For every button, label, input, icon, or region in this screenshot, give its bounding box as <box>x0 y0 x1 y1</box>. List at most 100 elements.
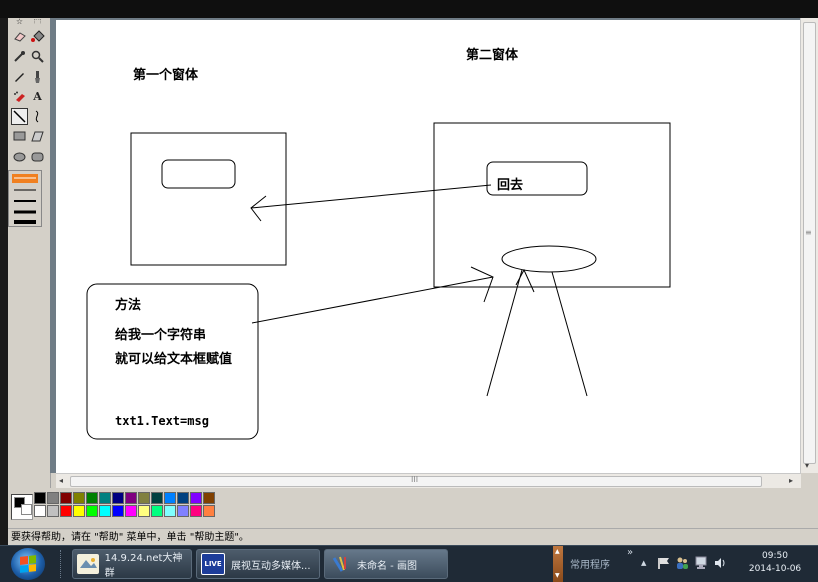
taskbar: 14.9.24.net大神群 LIVE 展视互动多媒体... 未命名 - 画图 … <box>0 545 818 582</box>
form2-ellipse <box>501 245 597 273</box>
users-icon[interactable] <box>675 556 689 573</box>
grip-icon: III <box>411 475 419 484</box>
note-method-label: 方法 <box>115 298 142 313</box>
color-swatch[interactable] <box>190 492 202 504</box>
method-arrow <box>251 276 494 324</box>
window-titlebar <box>0 0 818 18</box>
back-arrow <box>250 184 492 209</box>
line-tool[interactable] <box>11 108 28 125</box>
polygon-tool[interactable] <box>29 128 46 145</box>
fill-tool[interactable] <box>29 28 46 45</box>
vgrip-icon: ≡ <box>805 228 812 237</box>
rounded-rectangle-tool[interactable] <box>29 148 46 165</box>
color-swatch[interactable] <box>190 505 202 517</box>
back-arrowhead <box>250 195 267 222</box>
text-tool[interactable]: A <box>29 88 46 105</box>
color-swatch[interactable] <box>99 492 111 504</box>
selected-colors[interactable] <box>11 494 33 520</box>
color-swatch[interactable] <box>99 505 111 517</box>
curve-tool[interactable] <box>29 108 46 125</box>
free-select-tool[interactable]: ☆ <box>11 18 28 24</box>
start-button[interactable] <box>11 548 45 580</box>
color-swatch[interactable] <box>177 505 189 517</box>
color-swatch[interactable] <box>203 505 215 517</box>
background-color <box>21 504 32 515</box>
taskbar-scroll-up[interactable]: ▲ ▼ <box>553 546 563 582</box>
live-icon: LIVE <box>201 553 225 575</box>
select-tool[interactable]: ⬚ <box>29 18 46 24</box>
color-swatch[interactable] <box>34 505 46 517</box>
color-swatch[interactable] <box>125 492 137 504</box>
network-flag-icon[interactable] <box>657 556 671 573</box>
task-button-paint[interactable]: 未命名 - 画图 <box>324 549 448 579</box>
color-palette <box>8 488 818 528</box>
airbrush-tool[interactable] <box>11 88 28 105</box>
color-swatch[interactable] <box>177 492 189 504</box>
color-swatch[interactable] <box>73 505 85 517</box>
rectangle-tool[interactable] <box>11 128 28 145</box>
color-swatch[interactable] <box>60 505 72 517</box>
windows-logo-icon <box>20 555 36 573</box>
form1-title: 第一个窗体 <box>133 68 199 83</box>
horizontal-scroll-thumb[interactable]: III <box>70 475 762 487</box>
eraser-tool[interactable] <box>11 28 28 45</box>
color-swatch[interactable] <box>164 505 176 517</box>
color-swatch[interactable] <box>47 492 59 504</box>
color-swatch[interactable] <box>203 492 215 504</box>
clock[interactable]: 09:50 2014-10-06 <box>738 550 812 576</box>
vertical-scroll-thumb[interactable]: ≡ <box>803 22 816 464</box>
color-swatch[interactable] <box>86 505 98 517</box>
status-bar: 要获得帮助，请在 "帮助" 菜单中，单击 "帮助主题"。 <box>8 528 818 545</box>
scroll-down-icon[interactable]: ▾ <box>805 461 809 470</box>
horizontal-scrollbar[interactable]: ◂ III ▸ <box>56 473 801 488</box>
note-give-string-label: 给我一个字符串 <box>115 328 207 343</box>
toolbox: ☆ ⬚ A <box>8 18 51 488</box>
back-button-label: 回去 <box>497 178 524 193</box>
color-swatch[interactable] <box>86 492 98 504</box>
color-swatch[interactable] <box>138 492 150 504</box>
task-button-live[interactable]: LIVE 展视互动多媒体... <box>196 549 320 579</box>
show-hidden-icons-icon[interactable]: ▲ <box>641 559 646 567</box>
task-button-qq-group[interactable]: 14.9.24.net大神群 <box>72 549 192 579</box>
pencil-tool[interactable] <box>11 68 28 85</box>
form1-textbox-shape <box>161 159 236 189</box>
toolbar-chevron-icon[interactable]: » <box>627 547 633 558</box>
scroll-right-icon[interactable]: ▸ <box>789 476 793 485</box>
taskbar-grip <box>60 550 67 578</box>
brush-tool[interactable] <box>29 68 46 85</box>
note-code-label: txt1.Text=msg <box>115 414 209 428</box>
scroll-left-icon[interactable]: ◂ <box>59 476 63 485</box>
color-swatch[interactable] <box>164 492 176 504</box>
color-swatch[interactable] <box>112 505 124 517</box>
note-assign-textbox-label: 就可以给文本框赋值 <box>115 352 233 367</box>
color-swatch[interactable] <box>34 492 46 504</box>
clock-time: 09:50 <box>762 551 788 561</box>
magnifier-tool[interactable] <box>29 48 46 65</box>
form2-rectangle <box>433 122 671 288</box>
task-label-qq-group: 14.9.24.net大神群 <box>104 553 183 579</box>
paint-icon <box>329 554 351 574</box>
qq-group-icon <box>77 554 99 574</box>
color-swatch[interactable] <box>125 505 137 517</box>
ellipse-tool[interactable] <box>11 148 28 165</box>
line-width-options <box>8 170 42 227</box>
vertical-scrollbar[interactable]: ≡ ▾ <box>800 18 818 473</box>
canvas-area: 第一个窗体 第二窗体 回去 方法 给我一个字符串 就可以给文本框赋值 txt1.… <box>50 18 800 473</box>
color-swatch[interactable] <box>138 505 150 517</box>
color-swatch[interactable] <box>112 492 124 504</box>
color-picker-tool[interactable] <box>11 48 28 65</box>
volume-icon[interactable] <box>713 556 727 573</box>
color-swatch[interactable] <box>151 505 163 517</box>
swatch-grid <box>34 492 215 517</box>
toolbar-label[interactable]: 常用程序 <box>570 556 610 571</box>
color-swatch[interactable] <box>73 492 85 504</box>
color-swatch[interactable] <box>47 505 59 517</box>
ellipse-line-left <box>486 269 523 397</box>
network-icon[interactable] <box>694 556 708 573</box>
task-label-paint: 未命名 - 画图 <box>357 560 417 572</box>
clock-date: 2014-10-06 <box>748 564 802 574</box>
color-swatch[interactable] <box>60 492 72 504</box>
drawing-canvas[interactable]: 第一个窗体 第二窗体 回去 方法 给我一个字符串 就可以给文本框赋值 txt1.… <box>56 20 800 473</box>
form2-title: 第二窗体 <box>466 48 519 63</box>
color-swatch[interactable] <box>151 492 163 504</box>
